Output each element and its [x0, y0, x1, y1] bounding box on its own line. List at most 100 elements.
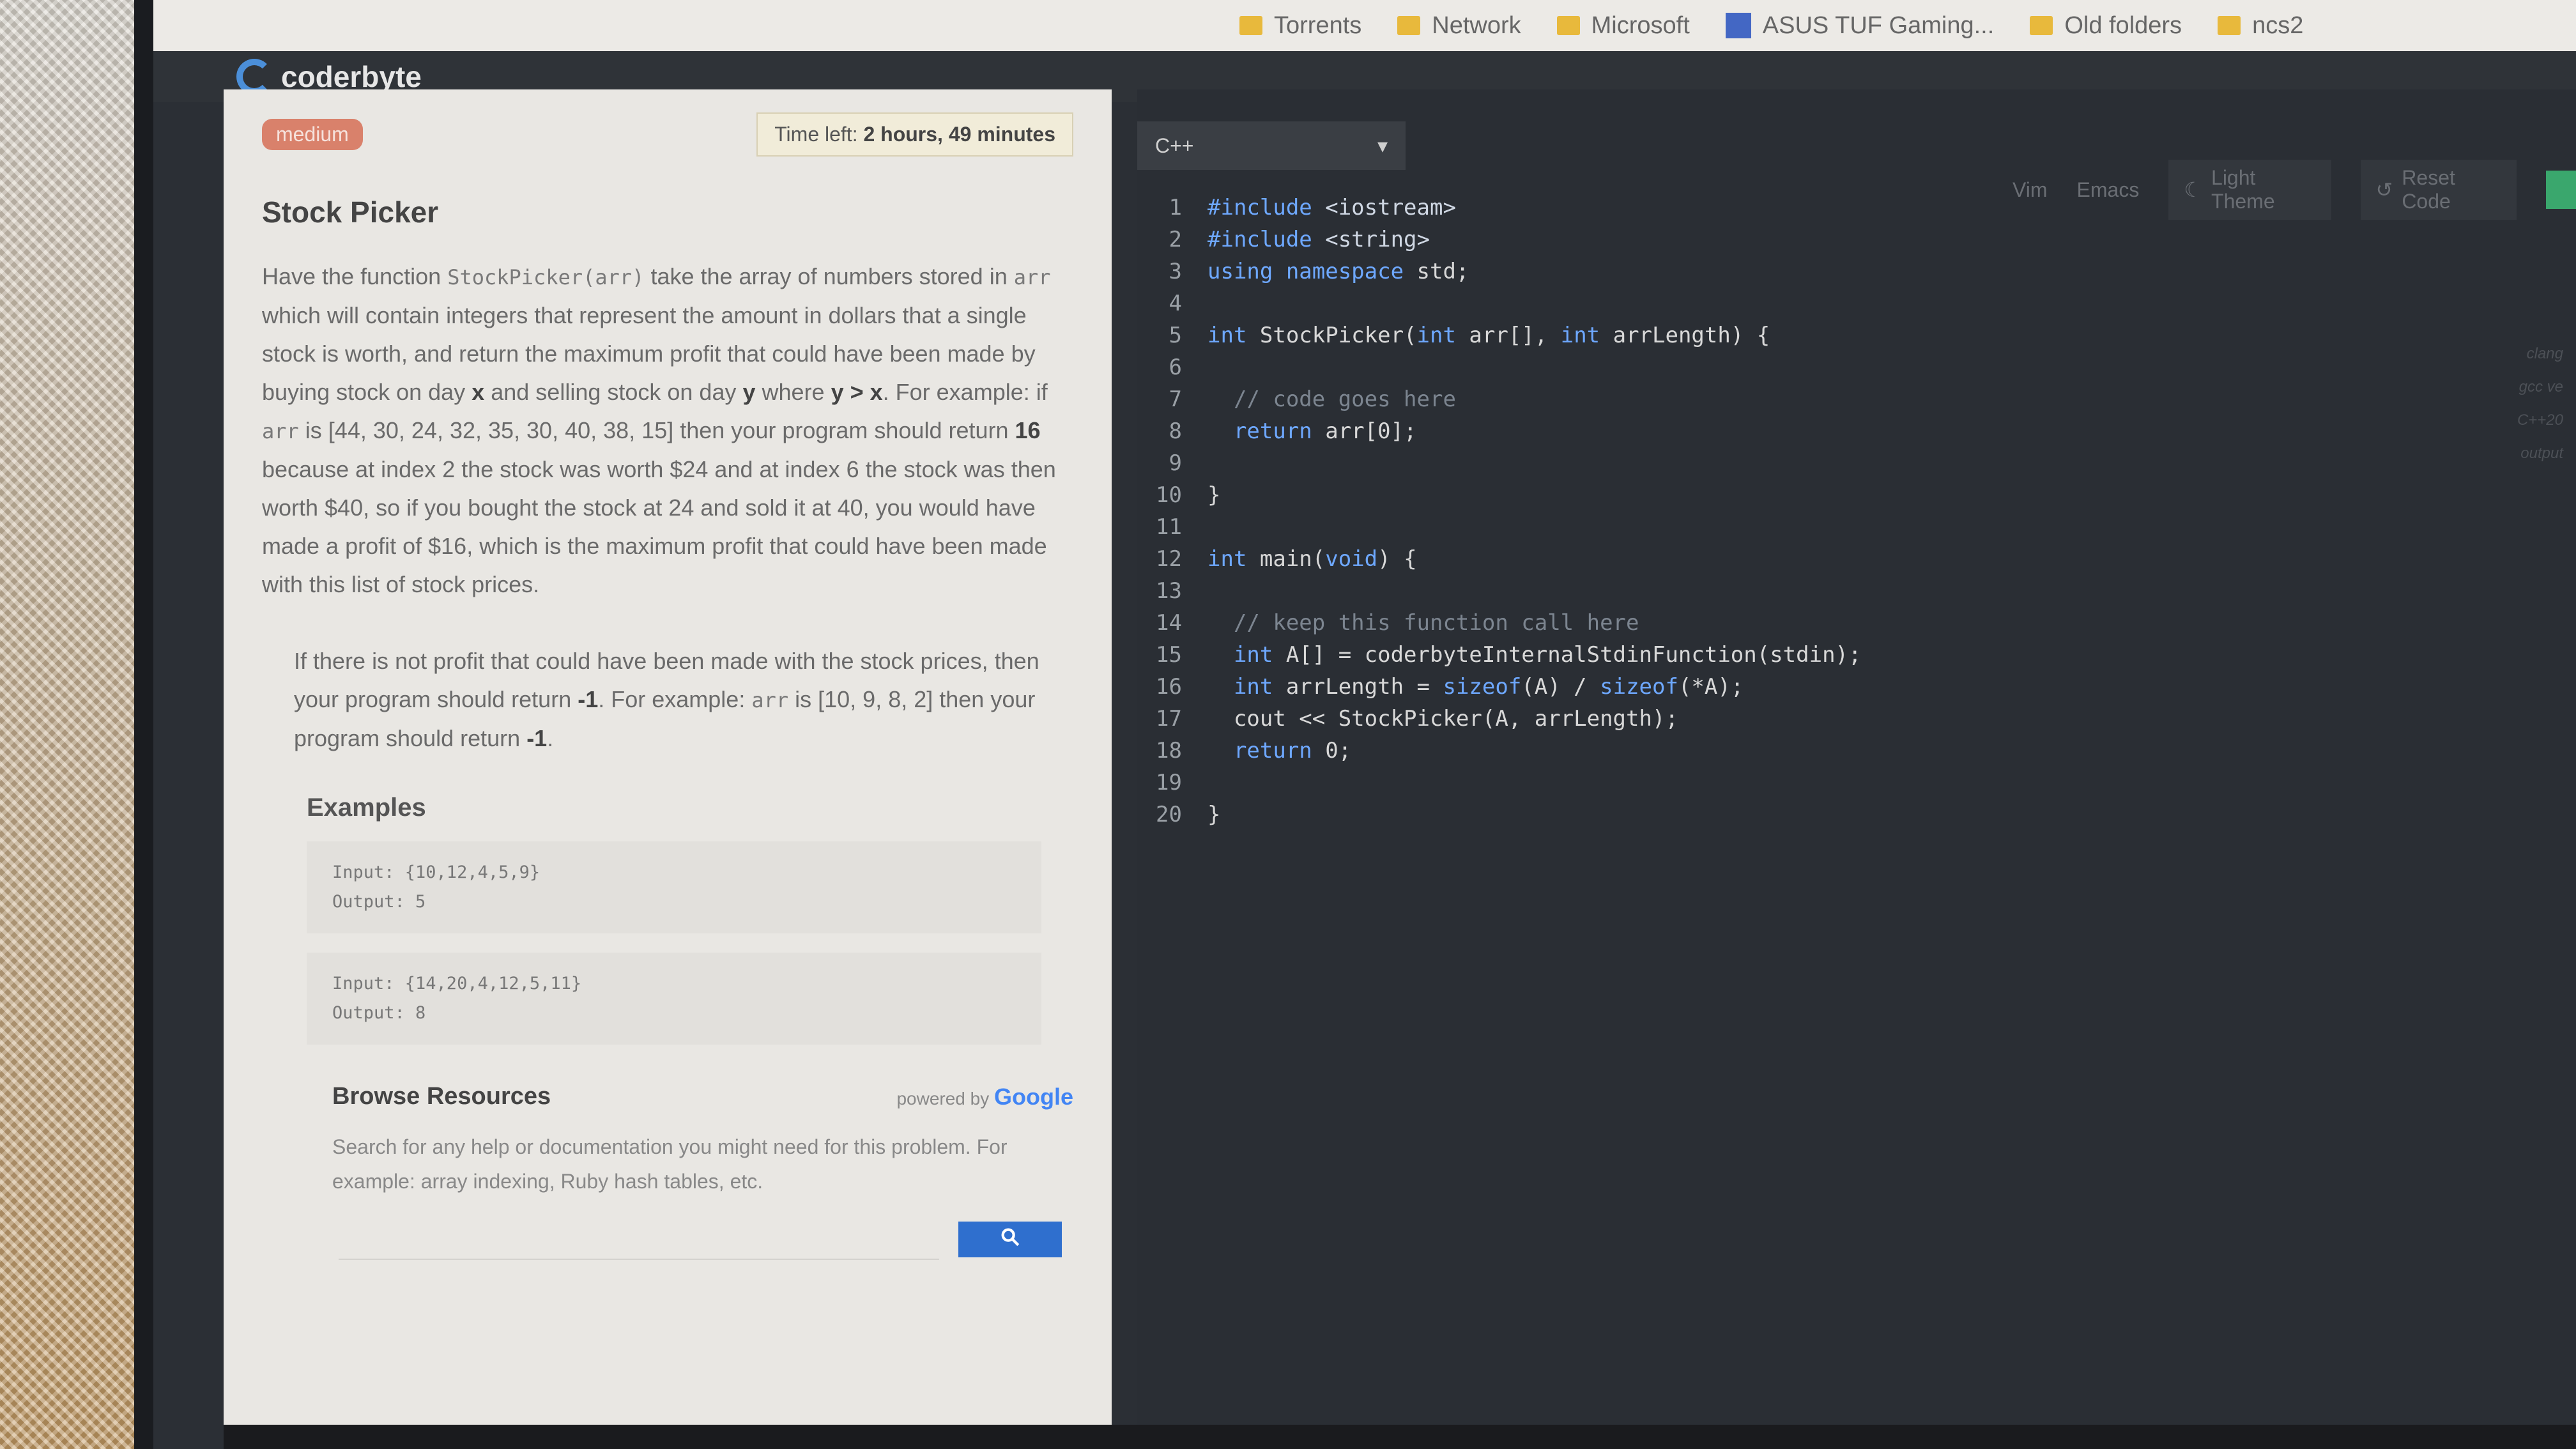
code-text: #include <string> — [1208, 227, 1430, 252]
resource-search-button[interactable] — [958, 1222, 1062, 1257]
compiler-label: output — [2520, 445, 2563, 462]
code-token: int — [1208, 674, 1286, 700]
code-token: return — [1208, 418, 1326, 444]
code-editor-area: C++ ▾ Vim Emacs ☾ Light Theme ↺ Reset Co… — [1137, 89, 2576, 1449]
desc-text: . — [547, 725, 554, 751]
code-line[interactable]: 16 int arrLength = sizeof(A) / sizeof(*A… — [1137, 671, 2287, 703]
code-line[interactable]: 14 // keep this function call here — [1137, 607, 2287, 639]
reset-code-button[interactable]: ↺ Reset Code — [2360, 160, 2517, 220]
time-left: Time left: 2 hours, 49 minutes — [756, 112, 1073, 157]
reset-code-label: Reset Code — [2402, 166, 2455, 213]
desc-code: arr — [751, 688, 789, 712]
code-token: int — [1208, 642, 1286, 668]
bookmark-item[interactable]: Microsoft — [1556, 12, 1690, 40]
problem-panel: medium Time left: 2 hours, 49 minutes St… — [224, 89, 1112, 1449]
bookmark-label: Microsoft — [1591, 12, 1690, 39]
code-line[interactable]: 2 #include <string> — [1137, 224, 2287, 256]
code-line[interactable]: 12 int main(void) { — [1137, 543, 2287, 575]
app-logo-text[interactable]: coderbyte — [281, 59, 422, 94]
code-line[interactable]: 18 return 0; — [1137, 735, 2287, 767]
asus-icon — [1725, 13, 1751, 38]
timer-label: Time left: — [774, 123, 858, 146]
powered-by-label: powered by — [896, 1088, 990, 1108]
bookmark-item[interactable]: ASUS TUF Gaming... — [1725, 12, 1994, 40]
bookmark-item[interactable]: ncs2 — [2218, 12, 2303, 40]
code-token: 0; — [1325, 738, 1352, 763]
desc-bold: 16 — [1015, 417, 1041, 443]
resource-search-input[interactable] — [339, 1222, 939, 1260]
bookmark-label: Old folders — [2064, 12, 2182, 39]
line-number: 12 — [1156, 546, 1182, 572]
line-number: 18 — [1156, 738, 1182, 763]
code-line[interactable]: 20} — [1137, 799, 2287, 831]
code-line[interactable]: 13 — [1137, 575, 2287, 607]
run-button[interactable] — [2546, 171, 2576, 209]
reset-icon: ↺ — [2375, 178, 2393, 201]
line-number: 10 — [1156, 482, 1182, 508]
code-text: return 0; — [1208, 738, 1351, 763]
desc-text: . For example: if — [882, 379, 1048, 405]
code-text: using namespace std; — [1208, 259, 1469, 284]
line-number: 5 — [1169, 323, 1182, 348]
line-number: 20 — [1156, 802, 1182, 827]
desc-text: and selling stock on day — [484, 379, 743, 405]
desc-text: . For example: — [598, 686, 752, 712]
code-lines[interactable]: 1 #include <iostream> 2 #include <string> 3 u… — [1137, 192, 2287, 831]
code-token: int — [1416, 323, 1469, 348]
problem-description: Have the function StockPicker(arr) take … — [262, 257, 1073, 604]
bookmark-item[interactable]: Old folders — [2030, 12, 2182, 40]
code-text: return arr[0]; — [1208, 418, 1417, 444]
code-line[interactable]: 10} — [1137, 479, 2287, 511]
code-token: StockPicker( — [1259, 323, 1417, 348]
example-output: Output: 5 — [332, 892, 426, 912]
line-number: 8 — [1169, 418, 1182, 444]
code-line[interactable]: 11 — [1137, 511, 2287, 543]
compiler-label: gcc ve — [2518, 378, 2563, 395]
code-token: // code goes here — [1208, 387, 1456, 412]
code-token: int — [1560, 323, 1613, 348]
desc-bold: x — [471, 379, 485, 405]
desc-text: because at index 2 the stock was worth $… — [262, 456, 1056, 597]
line-number: 6 — [1169, 355, 1182, 380]
code-line[interactable]: 1 #include <iostream> — [1137, 192, 2287, 224]
desc-text: Have the function — [262, 263, 448, 289]
line-number: 4 — [1169, 291, 1182, 316]
code-line[interactable]: 3 using namespace std; — [1137, 256, 2287, 288]
line-number: 1 — [1169, 195, 1182, 220]
code-token: sizeof — [1443, 674, 1522, 700]
code-text: } — [1208, 482, 1220, 508]
line-number: 17 — [1156, 706, 1182, 732]
code-line[interactable]: 15 int A[] = coderbyteInternalStdinFunct… — [1137, 639, 2287, 671]
examples-heading: Examples — [307, 793, 426, 822]
desc-text: is [44, 30, 24, 32, 35, 30, 40, 38, 15] … — [298, 417, 1015, 443]
code-token: <string> — [1325, 227, 1430, 252]
code-line[interactable]: 19 — [1137, 767, 2287, 799]
code-line[interactable]: 4 — [1137, 288, 2287, 319]
code-token: } — [1208, 802, 1221, 827]
problem-title: Stock Picker — [262, 195, 439, 229]
folder-icon — [2030, 16, 2053, 35]
language-select[interactable]: C++ ▾ — [1137, 121, 1406, 170]
code-token: <iostream> — [1325, 195, 1456, 220]
code-token: arrLength) { — [1613, 323, 1770, 348]
browse-help-text: Search for any help or documentation you… — [332, 1135, 1008, 1193]
bookmark-label: Network — [1432, 12, 1521, 39]
bookmark-item[interactable]: Network — [1397, 12, 1521, 40]
code-token: sizeof — [1600, 674, 1678, 700]
compiler-label: C++20 — [2517, 411, 2563, 429]
code-line[interactable]: 8 return arr[0]; — [1137, 415, 2287, 447]
line-number: 19 — [1156, 770, 1182, 795]
problem-description-2: If there is not profit that could have b… — [262, 642, 1073, 758]
example-block: Input: {14,20,4,12,5,11} Output: 8 — [307, 953, 1041, 1045]
desc-text: take the array of numbers stored in — [644, 263, 1014, 289]
code-text: // code goes here — [1208, 387, 1456, 412]
code-line[interactable]: 7 // code goes here — [1137, 383, 2287, 415]
folder-icon — [2218, 16, 2241, 35]
code-token: arrLength = — [1285, 674, 1443, 700]
bookmark-label: Torrents — [1274, 12, 1362, 39]
code-line[interactable]: 5 int StockPicker(int arr[], int arrLengt… — [1137, 319, 2287, 351]
bookmark-item[interactable]: Torrents — [1239, 12, 1361, 40]
code-line[interactable]: 9 — [1137, 447, 2287, 479]
code-line[interactable]: 6 — [1137, 351, 2287, 383]
code-line[interactable]: 17 cout << StockPicker(A, arrLength); — [1137, 703, 2287, 735]
